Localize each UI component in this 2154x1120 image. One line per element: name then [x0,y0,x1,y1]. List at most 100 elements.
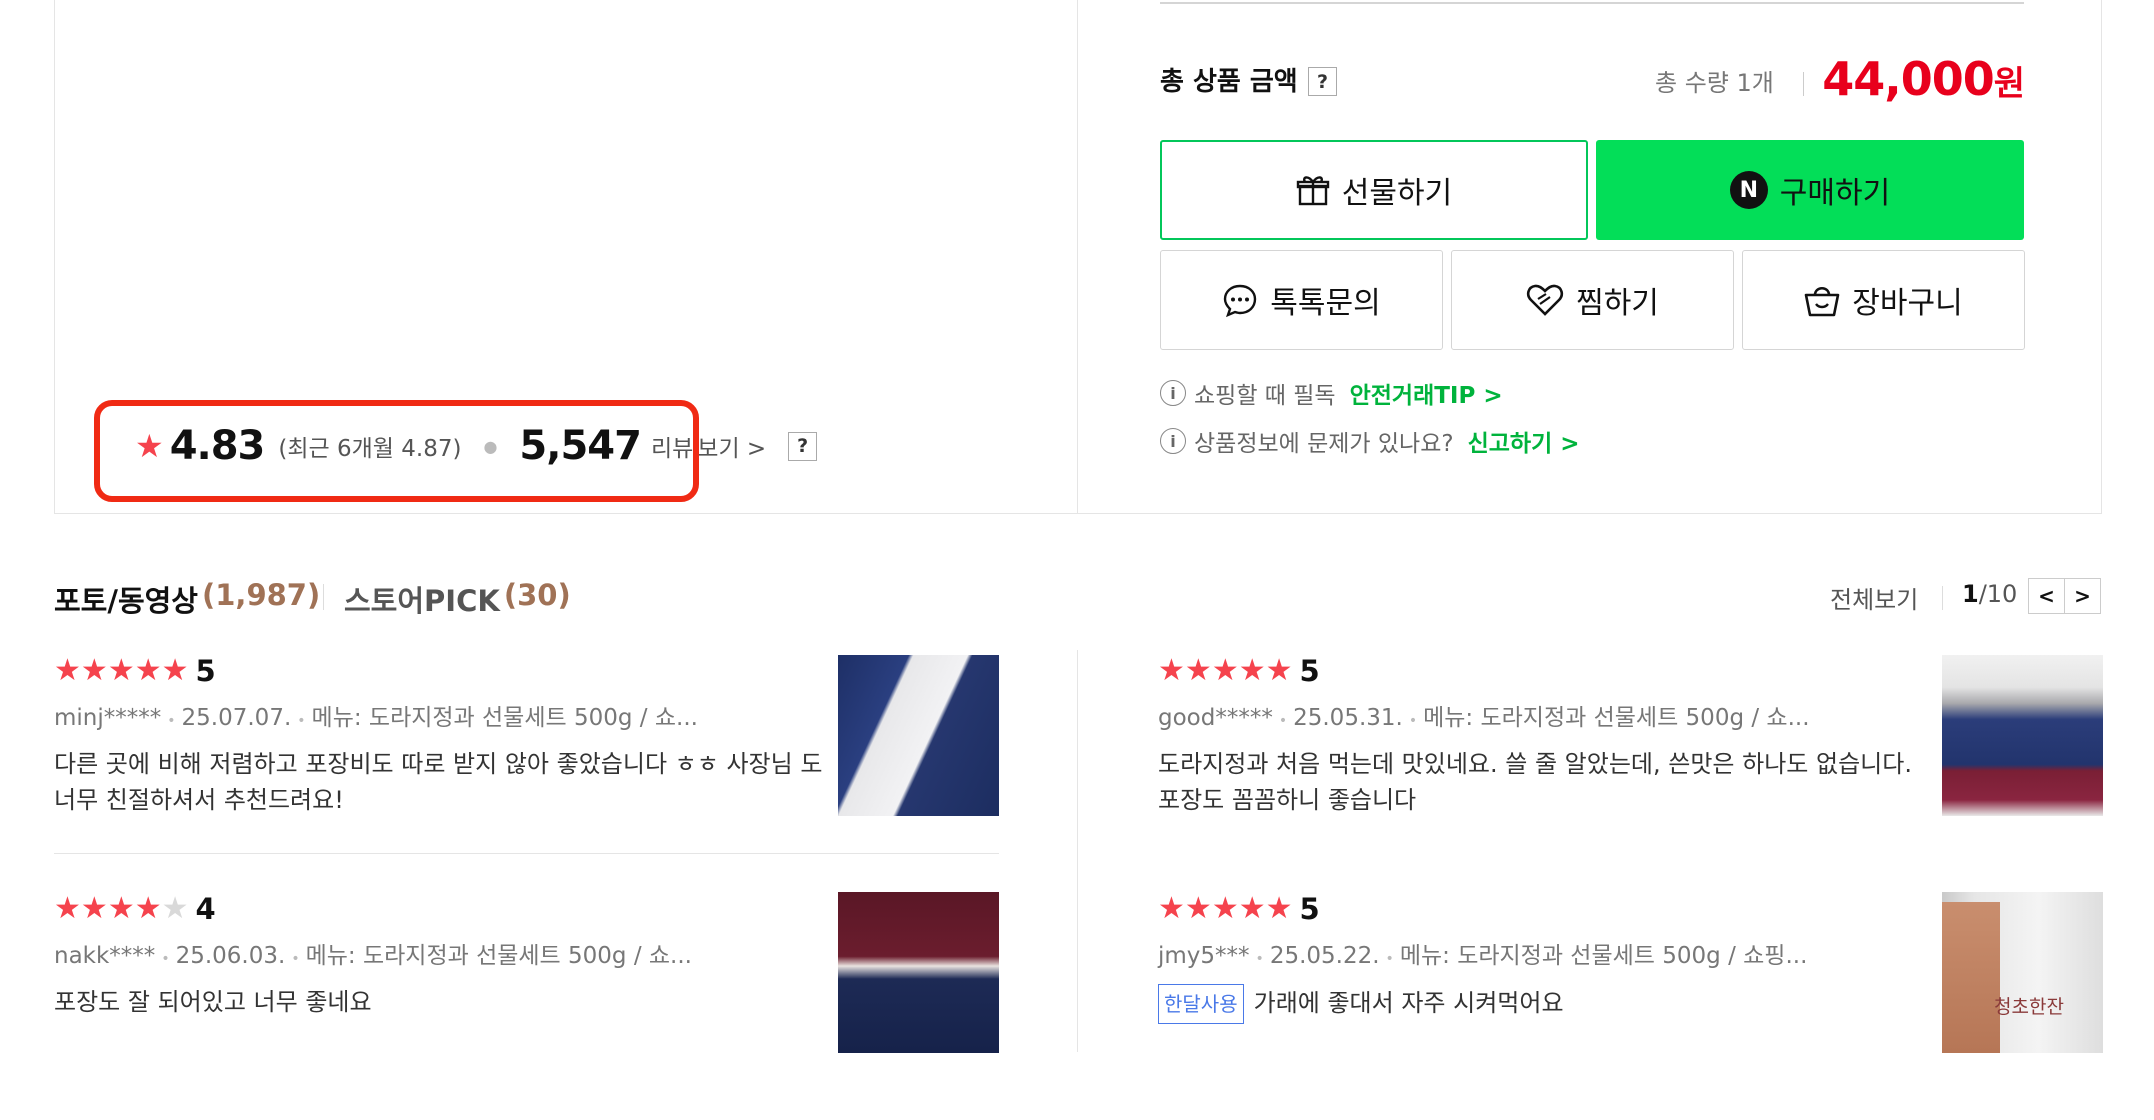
review-score: 5 [1299,892,1320,926]
chat-bubble-icon [1224,284,1257,318]
review-item[interactable]: ★ ★ ★ ★ ★ 4 nakk**** • 25.06.03. • 메뉴: 도라지정과 선물세트… [54,892,834,1020]
heart-icon [1527,284,1564,316]
star-filled-icon: ★ [1158,891,1185,926]
review-meta: jmy5*** • 25.05.22. • 메뉴: 도라지정과 선물세트 500g / … [1158,943,1808,969]
tab-store-pick-label: 스토어PICK [344,584,500,618]
panel-divider [1077,0,1078,514]
chevron-right-icon: > [2074,584,2091,608]
page-divider [1942,586,1943,610]
total-price: 44,000 원 [1820,52,2025,106]
review-photo[interactable] [838,892,999,1053]
star-filled-icon: ★ [54,653,81,688]
prev-page-button[interactable]: < [2028,578,2065,614]
review-user: good***** [1158,705,1273,731]
report-text: 상품정보에 문제가 있나요? [1194,431,1454,457]
star-filled-icon: ★ [1238,891,1266,926]
report-link[interactable]: 신고하기 > [1468,424,1580,458]
review-item[interactable]: ★ ★ ★ ★ ★ 5 minj***** • 25.07.07. • 메뉴: 도라지정과 선물세… [54,654,834,818]
review-item[interactable]: ★ ★ ★ ★ ★ 5 good***** • 25.05.31. • 메뉴: 도라지정과 선물세… [1158,654,1938,818]
star-rating: ★ ★ ★ ★ ★ [54,891,189,926]
review-photo[interactable]: 청초한잔 [1942,892,2103,1053]
talk-inquiry-label: 톡톡문의 [1270,286,1381,321]
gift-icon [1296,176,1329,206]
star-filled-icon: ★ [1184,653,1212,688]
star-filled-icon: ★ [1265,653,1293,688]
review-meta: minj***** • 25.07.07. • 메뉴: 도라지정과 선물세트 500g … [54,705,698,731]
review-view-label: 보기 > [697,436,767,462]
star-rating: ★ ★ ★ ★ ★ [1158,891,1293,926]
view-all-link[interactable]: 전체보기 [1830,580,1918,615]
top-rule [1160,0,2024,4]
star-filled-icon: ★ [107,891,135,926]
review-column-divider [1077,650,1078,1052]
buy-button[interactable]: N 구매하기 [1596,140,2024,240]
review-score: 5 [1299,654,1320,688]
photo-hand [1942,902,2000,1053]
review-divider [54,853,999,854]
review-photo[interactable] [838,655,999,816]
star-rating: ★ ★ ★ ★ ★ [54,653,189,688]
usage-tag: 한달사용 [1158,984,1244,1024]
review-score: 4 [195,892,216,926]
review-photo[interactable] [1942,655,2103,816]
tab-photo-video-label: 포토/동영상 [54,584,198,618]
tab-store-pick[interactable]: 스토어PICK (30) [344,578,571,620]
rating-help-icon[interactable]: ? [788,431,818,461]
review-menu: 메뉴: 도라지정과 선물세트 500g / 쇼... [305,943,692,969]
wishlist-button[interactable]: 찜하기 [1451,250,1734,350]
chevron-left-icon: < [2038,584,2055,608]
review-meta: good***** • 25.05.31. • 메뉴: 도라지정과 선물세트 500g … [1158,705,1810,731]
page-current: 1 [1962,580,1979,608]
talk-inquiry-button[interactable]: 톡톡문의 [1160,250,1443,350]
safety-tip-link[interactable]: 안전거래TIP > [1350,376,1503,410]
qty-divider [1803,72,1804,96]
star-filled-icon: ★ [1238,653,1266,688]
review-item[interactable]: ★ ★ ★ ★ ★ 5 jmy5*** • 25.05.22. • 메뉴: 도라지정과 선물세트 … [1158,892,1938,1024]
star-filled-icon: ★ [107,653,135,688]
review-body-text: 가래에 좋대서 자주 시켜먹어요 [1253,989,1564,1017]
tab-photo-video-count: (1,987) [202,578,321,612]
star-empty-icon: ★ [161,891,189,926]
price-value: 44,000 [1822,52,1995,106]
info-icon: i [1160,380,1186,406]
total-label: 총 상품 금액 [1160,67,1298,97]
star-filled-icon: ★ [1265,891,1293,926]
star-filled-icon: ★ [80,653,108,688]
price-unit: 원 [1993,64,2025,104]
star-filled-icon: ★ [54,891,81,926]
report-row: i 상품정보에 문제가 있나요? 신고하기 > [1160,424,1580,458]
gift-button-label: 선물하기 [1341,176,1453,211]
review-date: 25.05.22. [1269,943,1380,969]
total-help-icon[interactable]: ? [1308,67,1337,96]
shopping-bag-icon [1804,286,1840,317]
review-menu: 메뉴: 도라지정과 선물세트 500g / 쇼... [1423,705,1810,731]
safety-tip-text: 쇼핑할 때 필독 [1194,383,1336,409]
star-filled-icon: ★ [161,653,189,688]
review-user: nakk**** [54,943,156,969]
safety-tip-row: i 쇼핑할 때 필독 안전거래TIP > [1160,376,1503,410]
page-total: /10 [1978,580,2018,608]
review-menu: 메뉴: 도라지정과 선물세트 500g / 쇼핑... [1399,943,1808,969]
review-date: 25.05.31. [1293,705,1403,731]
review-user: jmy5*** [1158,943,1250,969]
star-rating: ★ ★ ★ ★ ★ [1158,653,1293,688]
review-date: 25.07.07. [181,705,292,731]
gift-button[interactable]: 선물하기 [1160,140,1588,240]
star-filled-icon: ★ [1158,653,1185,688]
pagination: 1 /10 [1962,580,2017,608]
review-meta: nakk**** • 25.06.03. • 메뉴: 도라지정과 선물세트 500g /… [54,943,692,969]
naver-n-icon: N [1729,171,1768,209]
review-user: minj***** [54,705,162,731]
info-icon: i [1160,428,1186,454]
next-page-button[interactable]: > [2064,578,2101,614]
cart-button[interactable]: 장바구니 [1742,250,2025,350]
review-body: 포장도 잘 되어있고 너무 좋네요 [54,988,372,1016]
star-filled-icon: ★ [1211,891,1239,926]
highlight-box [94,400,699,502]
review-body: 한달사용 가래에 좋대서 자주 시켜먹어요 [1158,984,1938,1024]
review-menu: 메뉴: 도라지정과 선물세트 500g / 쇼... [311,705,698,731]
star-filled-icon: ★ [1211,653,1239,688]
tab-photo-video[interactable]: 포토/동영상 (1,987) [54,578,320,620]
star-filled-icon: ★ [1184,891,1212,926]
buy-button-label: 구매하기 [1779,176,1891,211]
